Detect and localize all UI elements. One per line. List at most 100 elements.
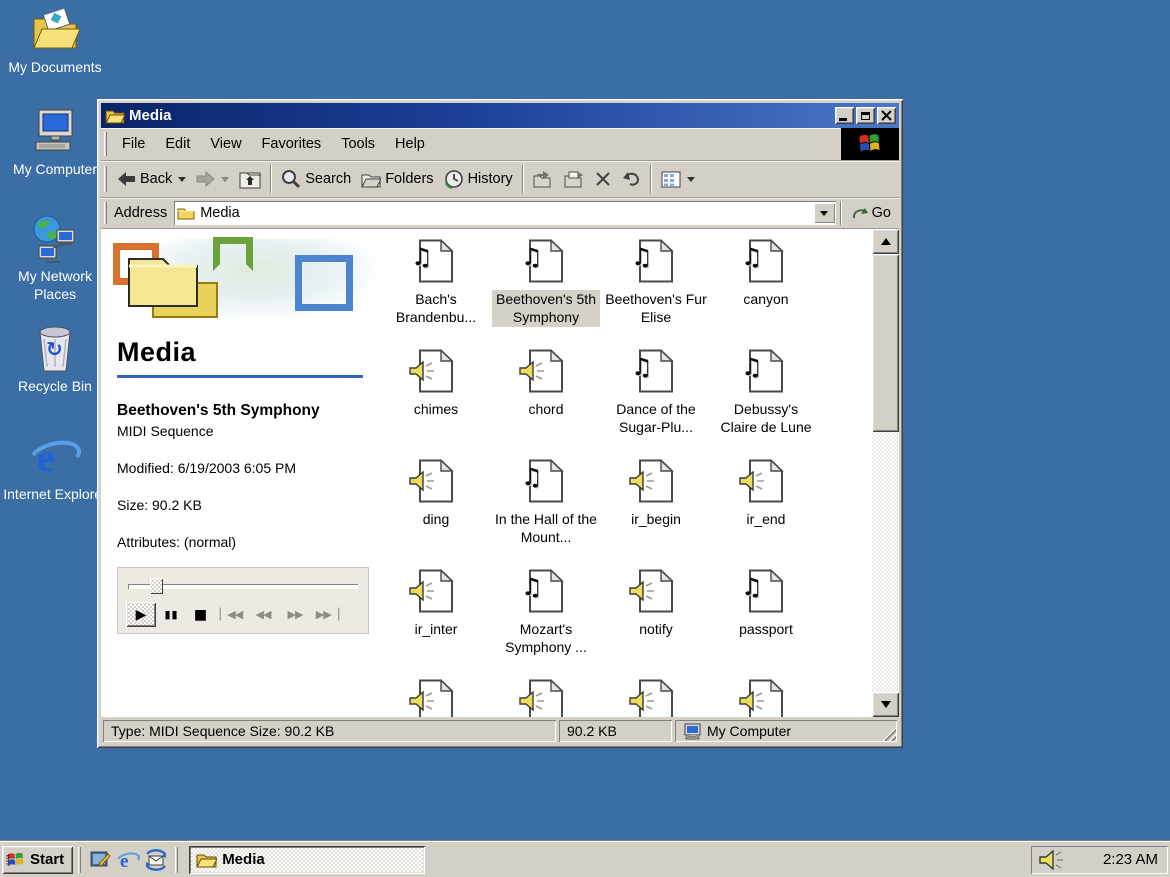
search-icon — [281, 169, 301, 189]
file-name: notify — [637, 620, 674, 638]
desktop-icon-my-network-places[interactable]: My Network Places — [0, 214, 110, 303]
clock[interactable]: 2:23 AM — [1103, 851, 1158, 868]
address-value[interactable]: Media — [200, 205, 813, 221]
delete-icon — [595, 171, 611, 187]
file-item[interactable]: ♫ Beethoven's 5th Symphony — [491, 236, 601, 346]
rebar-grip[interactable] — [104, 202, 107, 224]
file-name: ir_begin — [629, 510, 683, 528]
window-title: Media — [129, 107, 833, 124]
launch-outlook-express-button[interactable] — [142, 847, 170, 873]
search-button[interactable]: Search — [276, 164, 356, 194]
volume-icon[interactable] — [1039, 850, 1063, 870]
copy-to-button[interactable] — [559, 164, 590, 194]
desktop-icon-internet-explorer[interactable]: e Internet Explorer — [0, 432, 110, 503]
file-item[interactable]: ♫ — [491, 676, 601, 717]
minimize-button[interactable] — [835, 107, 854, 124]
file-item[interactable]: ♫ — [381, 676, 491, 717]
address-dropdown-button[interactable] — [814, 203, 835, 223]
seek-thumb[interactable] — [150, 578, 163, 594]
show-desktop-button[interactable] — [86, 847, 114, 873]
toolbar-separator — [522, 165, 524, 193]
scroll-up-button[interactable] — [872, 229, 899, 254]
explorer-window: Media FileEditViewFavoritesToolsHelp — [97, 99, 903, 748]
folders-button[interactable]: Folders — [356, 164, 438, 194]
file-item[interactable]: ♫ — [601, 676, 711, 717]
file-item[interactable]: ♫ In the Hall of the Mount... — [491, 456, 601, 566]
speaker-icon — [409, 690, 435, 712]
file-item[interactable]: ♫ ir_end — [711, 456, 821, 566]
start-button[interactable]: Start — [2, 846, 73, 874]
file-item[interactable]: ♫ chimes — [381, 346, 491, 456]
player-fast-forward-button[interactable]: ▶▶ — [280, 602, 310, 627]
file-item[interactable]: ♫ ding — [381, 456, 491, 566]
scroll-up-icon — [881, 238, 891, 245]
back-dropdown-icon[interactable] — [178, 177, 186, 182]
file-item[interactable]: ♫ — [711, 676, 821, 717]
maximize-button[interactable] — [856, 107, 875, 124]
views-dropdown-icon[interactable] — [687, 177, 695, 182]
views-button[interactable] — [656, 164, 700, 194]
address-field[interactable]: Media — [174, 201, 835, 225]
file-item[interactable]: ♫ Beethoven's Fur Elise — [601, 236, 711, 346]
resize-grip[interactable] — [882, 727, 896, 741]
player-play-button[interactable]: ▶ — [126, 602, 156, 627]
menu-item[interactable]: Favorites — [252, 132, 332, 156]
file-list: ♫ Bach's Brandenbu... — [379, 229, 872, 717]
taskbar-separator — [175, 847, 178, 873]
menu-item[interactable]: View — [200, 132, 251, 156]
rebar-grip[interactable] — [104, 132, 107, 155]
player-rewind-button[interactable]: ◀◀ — [248, 602, 278, 627]
file-item[interactable]: ♫ Debussy's Claire de Lune — [711, 346, 821, 456]
player-stop-button[interactable]: ■ — [187, 602, 214, 627]
close-button[interactable] — [877, 107, 896, 124]
up-button[interactable] — [234, 164, 266, 194]
history-button[interactable]: History — [439, 164, 518, 194]
folder-banner — [117, 239, 369, 335]
file-item[interactable]: ♫ Bach's Brandenbu... — [381, 236, 491, 346]
status-type-info: Type: MIDI Sequence Size: 90.2 KB — [103, 720, 556, 742]
desktop-icon-recycle-bin[interactable]: ↻ Recycle Bin — [0, 324, 110, 395]
file-item[interactable]: ♫ chord — [491, 346, 601, 456]
file-item[interactable]: ♫ ir_begin — [601, 456, 711, 566]
title-bar[interactable]: Media — [101, 103, 899, 128]
file-item[interactable]: ♫ notify — [601, 566, 711, 676]
desktop-icon-label: My Network Places — [0, 267, 110, 303]
menu-item[interactable]: File — [112, 132, 155, 156]
player-pause-button[interactable]: ▮▮ — [158, 602, 185, 627]
forward-dropdown-icon[interactable] — [221, 177, 229, 182]
undo-button[interactable] — [616, 164, 646, 194]
scrollbar-thumb[interactable] — [872, 254, 899, 432]
toolbar: Back Search Folde — [101, 161, 899, 198]
launch-internet-explorer-button[interactable]: e — [114, 847, 142, 873]
divider — [117, 375, 363, 378]
delete-button[interactable] — [590, 164, 616, 194]
menu-item[interactable]: Help — [385, 132, 435, 156]
menu-item[interactable]: Tools — [331, 132, 385, 156]
back-button[interactable]: Back — [112, 164, 191, 194]
desktop-icon-my-documents[interactable]: My Documents — [0, 5, 110, 76]
file-item[interactable]: ♫ Dance of the Sugar-Plu... — [601, 346, 711, 456]
taskbar: Start e Media — [0, 841, 1170, 877]
desktop-icon-my-computer[interactable]: My Computer — [0, 107, 110, 178]
file-item[interactable]: ♫ canyon — [711, 236, 821, 346]
speaker-icon — [409, 580, 435, 602]
file-item[interactable]: ♫ passport — [711, 566, 821, 676]
go-button[interactable]: Go — [846, 203, 899, 223]
go-arrow-icon — [852, 206, 869, 220]
selected-file-attributes: Attributes: (normal) — [117, 534, 369, 550]
file-item[interactable]: ♫ ir_inter — [381, 566, 491, 676]
seek-slider[interactable] — [128, 578, 358, 594]
task-button-media[interactable]: Media — [189, 846, 425, 874]
file-item[interactable]: ♫ Mozart's Symphony ... — [491, 566, 601, 676]
vertical-scrollbar[interactable] — [872, 229, 899, 717]
move-to-button[interactable] — [528, 164, 559, 194]
player-previous-button[interactable]: ▏◀◀ — [216, 602, 246, 627]
player-next-button[interactable]: ▶▶▕ — [312, 602, 342, 627]
audio-file-icon: ♫ — [638, 679, 674, 717]
scroll-down-button[interactable] — [872, 692, 899, 717]
rebar-grip[interactable] — [104, 166, 107, 192]
forward-button[interactable] — [191, 164, 234, 194]
svg-text:e: e — [37, 435, 55, 480]
menu-item[interactable]: Edit — [155, 132, 200, 156]
selected-file-title: Beethoven's 5th Symphony — [117, 402, 369, 420]
